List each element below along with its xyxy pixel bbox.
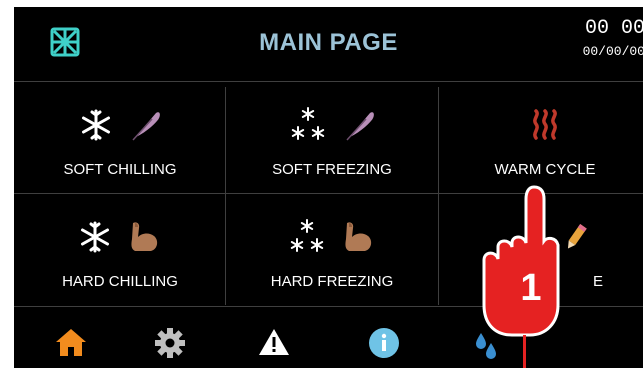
- tile-label: E: [592, 273, 603, 290]
- feather-icon: [342, 107, 376, 148]
- warning-icon[interactable]: [257, 327, 291, 362]
- feather-icon: [128, 107, 162, 148]
- header: MAIN PAGE 00 00 00/00/00: [14, 7, 643, 81]
- tile-warm-cycle[interactable]: WARM CYCLE: [439, 83, 643, 191]
- tile-hard-freezing[interactable]: HARD FREEZING: [226, 195, 438, 303]
- tile-hard-chilling[interactable]: HARD CHILLING: [14, 195, 226, 303]
- gear-icon[interactable]: [154, 327, 186, 364]
- tile-soft-freezing[interactable]: SOFT FREEZING: [226, 83, 438, 191]
- heat-waves-icon: [531, 108, 559, 147]
- pencil-icon: [563, 222, 589, 257]
- tile-label: SOFT FREEZING: [272, 161, 392, 178]
- page-title: MAIN PAGE: [259, 29, 398, 56]
- hand-number-label: 1: [520, 267, 542, 309]
- tile-label: WARM CYCLE: [494, 161, 596, 178]
- tile-label: HARD FREEZING: [270, 273, 394, 290]
- multi-snowflake-icon: [287, 217, 327, 262]
- clock-date: 00/00/00: [582, 44, 643, 59]
- tile-label: HARD CHILLING: [62, 273, 178, 290]
- home-icon[interactable]: [54, 327, 88, 362]
- multi-snowflake-icon: [288, 105, 328, 150]
- flexed-biceps-icon: [341, 219, 377, 260]
- clock-time: 00 00: [584, 17, 643, 40]
- info-icon[interactable]: [368, 327, 400, 364]
- tile-soft-chilling[interactable]: SOFT CHILLING: [14, 83, 226, 191]
- snowflake-icon: [77, 219, 113, 260]
- snowflake-icon: [78, 107, 114, 148]
- tile-label: SOFT CHILLING: [63, 161, 177, 178]
- pointing-hand-annotation: 1: [476, 185, 566, 373]
- divider: [14, 81, 643, 82]
- flexed-biceps-icon: [127, 219, 163, 260]
